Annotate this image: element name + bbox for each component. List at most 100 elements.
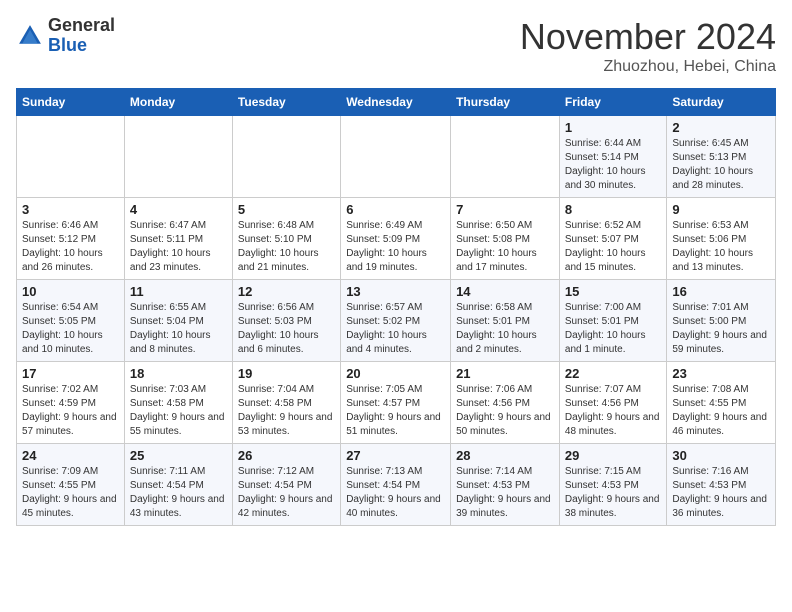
- day-number: 1: [565, 120, 661, 135]
- day-info: Sunrise: 6:57 AM Sunset: 5:02 PM Dayligh…: [346, 301, 445, 357]
- month-title: November 2024: [520, 16, 776, 58]
- calendar-cell: 19 Sunrise: 7:04 AM Sunset: 4:58 PM Dayli…: [232, 362, 340, 444]
- day-info: Sunrise: 6:44 AM Sunset: 5:14 PM Dayligh…: [565, 137, 661, 193]
- calendar-cell: 27 Sunrise: 7:13 AM Sunset: 4:54 PM Dayli…: [341, 444, 451, 526]
- day-info: Sunrise: 6:54 AM Sunset: 5:05 PM Dayligh…: [22, 301, 119, 357]
- weekday-header: Thursday: [451, 89, 560, 116]
- calendar-cell: 1 Sunrise: 6:44 AM Sunset: 5:14 PM Daylig…: [559, 116, 666, 198]
- calendar-week-row: 1 Sunrise: 6:44 AM Sunset: 5:14 PM Daylig…: [17, 116, 776, 198]
- weekday-header: Wednesday: [341, 89, 451, 116]
- day-info: Sunrise: 7:12 AM Sunset: 4:54 PM Dayligh…: [238, 465, 335, 521]
- calendar-cell: 30 Sunrise: 7:16 AM Sunset: 4:53 PM Dayli…: [667, 444, 776, 526]
- weekday-row: SundayMondayTuesdayWednesdayThursdayFrid…: [17, 89, 776, 116]
- calendar-cell: 12 Sunrise: 6:56 AM Sunset: 5:03 PM Dayli…: [232, 280, 340, 362]
- day-number: 12: [238, 284, 335, 299]
- day-number: 8: [565, 202, 661, 217]
- calendar-cell: [17, 116, 125, 198]
- day-number: 15: [565, 284, 661, 299]
- day-number: 2: [672, 120, 770, 135]
- day-number: 17: [22, 366, 119, 381]
- day-info: Sunrise: 7:14 AM Sunset: 4:53 PM Dayligh…: [456, 465, 554, 521]
- day-info: Sunrise: 7:01 AM Sunset: 5:00 PM Dayligh…: [672, 301, 770, 357]
- day-number: 11: [130, 284, 227, 299]
- day-number: 6: [346, 202, 445, 217]
- day-number: 4: [130, 202, 227, 217]
- day-number: 26: [238, 448, 335, 463]
- day-number: 28: [456, 448, 554, 463]
- calendar-cell: 16 Sunrise: 7:01 AM Sunset: 5:00 PM Dayli…: [667, 280, 776, 362]
- day-info: Sunrise: 6:48 AM Sunset: 5:10 PM Dayligh…: [238, 219, 335, 275]
- day-number: 29: [565, 448, 661, 463]
- day-info: Sunrise: 7:04 AM Sunset: 4:58 PM Dayligh…: [238, 383, 335, 439]
- day-info: Sunrise: 7:05 AM Sunset: 4:57 PM Dayligh…: [346, 383, 445, 439]
- calendar-cell: 14 Sunrise: 6:58 AM Sunset: 5:01 PM Dayli…: [451, 280, 560, 362]
- calendar-cell: 20Sunrise: 7:05 AM Sunset: 4:57 PM Dayli…: [341, 362, 451, 444]
- calendar-cell: 10Sunrise: 6:54 AM Sunset: 5:05 PM Dayli…: [17, 280, 125, 362]
- day-number: 9: [672, 202, 770, 217]
- day-info: Sunrise: 6:56 AM Sunset: 5:03 PM Dayligh…: [238, 301, 335, 357]
- calendar-body: 1 Sunrise: 6:44 AM Sunset: 5:14 PM Daylig…: [17, 116, 776, 526]
- day-info: Sunrise: 7:08 AM Sunset: 4:55 PM Dayligh…: [672, 383, 770, 439]
- day-number: 30: [672, 448, 770, 463]
- title-block: November 2024 Zhuozhou, Hebei, China: [520, 16, 776, 76]
- calendar-cell: 25Sunrise: 7:11 AM Sunset: 4:54 PM Dayli…: [124, 444, 232, 526]
- day-info: Sunrise: 6:55 AM Sunset: 5:04 PM Dayligh…: [130, 301, 227, 357]
- calendar-week-row: 3Sunrise: 6:46 AM Sunset: 5:12 PM Daylig…: [17, 198, 776, 280]
- logo-general: General: [48, 15, 115, 35]
- logo-blue: Blue: [48, 35, 87, 55]
- calendar-table: SundayMondayTuesdayWednesdayThursdayFrid…: [16, 88, 776, 526]
- calendar-cell: 3Sunrise: 6:46 AM Sunset: 5:12 PM Daylig…: [17, 198, 125, 280]
- day-number: 16: [672, 284, 770, 299]
- weekday-header: Friday: [559, 89, 666, 116]
- day-number: 23: [672, 366, 770, 381]
- logo: General Blue: [16, 16, 115, 56]
- calendar-cell: 15Sunrise: 7:00 AM Sunset: 5:01 PM Dayli…: [559, 280, 666, 362]
- day-number: 14: [456, 284, 554, 299]
- calendar-cell: 5 Sunrise: 6:48 AM Sunset: 5:10 PM Daylig…: [232, 198, 340, 280]
- calendar-header: SundayMondayTuesdayWednesdayThursdayFrid…: [17, 89, 776, 116]
- day-info: Sunrise: 6:58 AM Sunset: 5:01 PM Dayligh…: [456, 301, 554, 357]
- day-number: 19: [238, 366, 335, 381]
- day-number: 21: [456, 366, 554, 381]
- calendar-cell: 6Sunrise: 6:49 AM Sunset: 5:09 PM Daylig…: [341, 198, 451, 280]
- weekday-header: Monday: [124, 89, 232, 116]
- calendar-cell: [341, 116, 451, 198]
- calendar-cell: 28 Sunrise: 7:14 AM Sunset: 4:53 PM Dayli…: [451, 444, 560, 526]
- day-number: 5: [238, 202, 335, 217]
- calendar-cell: 26 Sunrise: 7:12 AM Sunset: 4:54 PM Dayli…: [232, 444, 340, 526]
- day-info: Sunrise: 6:53 AM Sunset: 5:06 PM Dayligh…: [672, 219, 770, 275]
- day-info: Sunrise: 6:52 AM Sunset: 5:07 PM Dayligh…: [565, 219, 661, 275]
- day-info: Sunrise: 7:16 AM Sunset: 4:53 PM Dayligh…: [672, 465, 770, 521]
- calendar-cell: 18Sunrise: 7:03 AM Sunset: 4:58 PM Dayli…: [124, 362, 232, 444]
- logo-text: General Blue: [48, 16, 115, 56]
- day-info: Sunrise: 6:47 AM Sunset: 5:11 PM Dayligh…: [130, 219, 227, 275]
- weekday-header: Sunday: [17, 89, 125, 116]
- calendar-cell: 29 Sunrise: 7:15 AM Sunset: 4:53 PM Dayli…: [559, 444, 666, 526]
- day-number: 24: [22, 448, 119, 463]
- day-number: 7: [456, 202, 554, 217]
- day-info: Sunrise: 7:02 AM Sunset: 4:59 PM Dayligh…: [22, 383, 119, 439]
- day-info: Sunrise: 7:15 AM Sunset: 4:53 PM Dayligh…: [565, 465, 661, 521]
- calendar-cell: 8 Sunrise: 6:52 AM Sunset: 5:07 PM Daylig…: [559, 198, 666, 280]
- day-number: 18: [130, 366, 227, 381]
- calendar-cell: 9 Sunrise: 6:53 AM Sunset: 5:06 PM Daylig…: [667, 198, 776, 280]
- calendar-cell: 21 Sunrise: 7:06 AM Sunset: 4:56 PM Dayli…: [451, 362, 560, 444]
- calendar-cell: [232, 116, 340, 198]
- weekday-header: Saturday: [667, 89, 776, 116]
- day-number: 13: [346, 284, 445, 299]
- calendar-week-row: 10Sunrise: 6:54 AM Sunset: 5:05 PM Dayli…: [17, 280, 776, 362]
- day-info: Sunrise: 6:45 AM Sunset: 5:13 PM Dayligh…: [672, 137, 770, 193]
- day-info: Sunrise: 7:13 AM Sunset: 4:54 PM Dayligh…: [346, 465, 445, 521]
- day-info: Sunrise: 7:07 AM Sunset: 4:56 PM Dayligh…: [565, 383, 661, 439]
- day-info: Sunrise: 7:06 AM Sunset: 4:56 PM Dayligh…: [456, 383, 554, 439]
- day-number: 27: [346, 448, 445, 463]
- day-info: Sunrise: 7:09 AM Sunset: 4:55 PM Dayligh…: [22, 465, 119, 521]
- calendar-cell: 22Sunrise: 7:07 AM Sunset: 4:56 PM Dayli…: [559, 362, 666, 444]
- calendar-cell: 7 Sunrise: 6:50 AM Sunset: 5:08 PM Daylig…: [451, 198, 560, 280]
- day-info: Sunrise: 6:50 AM Sunset: 5:08 PM Dayligh…: [456, 219, 554, 275]
- logo-icon: [16, 22, 44, 50]
- day-info: Sunrise: 7:11 AM Sunset: 4:54 PM Dayligh…: [130, 465, 227, 521]
- calendar-week-row: 24 Sunrise: 7:09 AM Sunset: 4:55 PM Dayli…: [17, 444, 776, 526]
- calendar-cell: 13 Sunrise: 6:57 AM Sunset: 5:02 PM Dayli…: [341, 280, 451, 362]
- calendar-cell: 4 Sunrise: 6:47 AM Sunset: 5:11 PM Daylig…: [124, 198, 232, 280]
